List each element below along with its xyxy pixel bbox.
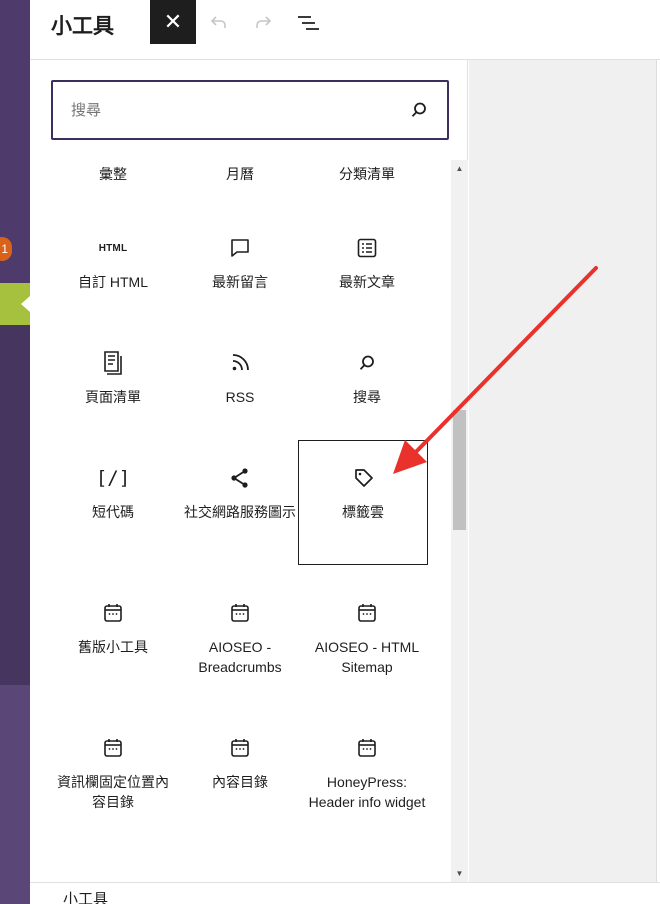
html-icon-text: HTML	[98, 242, 128, 254]
widget-label: 舊版小工具	[78, 639, 148, 655]
redo-button[interactable]	[250, 10, 276, 36]
widget-list[interactable]: 彙整 月曆 分類清單 HTML 自訂 HTML 最新留言 最新文章 頁面清單 R…	[30, 160, 468, 882]
widget-label: 頁面清單	[85, 389, 141, 405]
legacy-calendar-icon	[224, 597, 256, 629]
legacy-calendar-icon	[351, 732, 383, 764]
widget-item-shortcode[interactable]: [/] 短代碼	[50, 448, 176, 576]
undo-icon	[210, 16, 226, 28]
search-input[interactable]	[71, 82, 381, 138]
widget-label: 資訊欄固定位置內容目錄	[57, 774, 169, 810]
notification-badge[interactable]: 1	[0, 237, 12, 261]
widget-label: 標籤雲	[342, 504, 384, 520]
widget-label: 短代碼	[92, 504, 134, 520]
shortcode-icon-text: [/]	[95, 467, 131, 489]
redo-icon	[256, 16, 272, 28]
page-list-icon	[97, 347, 129, 379]
active-notch	[21, 296, 30, 312]
scroll-up-arrow[interactable]: ▲	[451, 160, 468, 177]
widget-item-sticky-toc[interactable]: 資訊欄固定位置內容目錄	[50, 718, 176, 846]
legacy-calendar-icon	[97, 597, 129, 629]
inserter-header: 小工具 ✕	[30, 0, 660, 60]
search-icon	[411, 102, 426, 117]
widget-item-tag-cloud[interactable]: 標籤雲	[298, 440, 428, 565]
widget-label: RSS	[225, 389, 255, 405]
admin-menu-active-item[interactable]	[0, 283, 30, 325]
widget-item-page-list[interactable]: 頁面清單	[50, 333, 176, 461]
breadcrumb-footer: 小工具	[30, 882, 660, 904]
widget-item-latest-comments[interactable]: 最新留言	[177, 218, 303, 346]
widget-item-social-icons[interactable]: 社交網路服務圖示	[177, 448, 303, 576]
widget-label: 內容目錄	[212, 774, 268, 790]
comment-icon	[224, 232, 256, 264]
scroll-down-arrow[interactable]: ▼	[451, 865, 468, 882]
widget-label: 最新文章	[339, 274, 395, 290]
widget-label: 彙整	[99, 166, 127, 182]
widget-label: AIOSEO - Breadcrumbs	[198, 639, 282, 675]
block-inserter-panel: 彙整 月曆 分類清單 HTML 自訂 HTML 最新留言 最新文章	[30, 60, 468, 882]
widget-label: 社交網路服務圖示	[184, 504, 296, 520]
rss-icon	[224, 347, 256, 379]
page-title: 小工具	[51, 15, 114, 38]
search-icon	[351, 347, 383, 379]
post-list-icon	[351, 232, 383, 264]
widget-item-toc[interactable]: 內容目錄	[177, 718, 303, 846]
html-icon: HTML	[97, 232, 129, 264]
search-button[interactable]	[407, 98, 431, 122]
admin-sidebar-lower	[0, 685, 30, 904]
widget-item-archives[interactable]: 彙整	[50, 160, 176, 218]
widget-item-custom-html[interactable]: HTML 自訂 HTML	[50, 218, 176, 346]
widget-label: 搜尋	[353, 389, 381, 405]
widget-item-categories[interactable]: 分類清單	[304, 160, 430, 218]
legacy-calendar-icon	[351, 597, 383, 629]
breadcrumb-label[interactable]: 小工具	[63, 888, 108, 904]
list-view-icon	[298, 16, 319, 30]
widget-item-rss[interactable]: RSS	[177, 333, 303, 461]
widget-label: HoneyPress: Header info widget	[308, 774, 426, 810]
tag-icon	[348, 462, 380, 494]
widget-item-legacy-widget[interactable]: 舊版小工具	[50, 583, 176, 711]
legacy-calendar-icon	[224, 732, 256, 764]
list-view-button[interactable]	[295, 10, 321, 36]
search-box	[51, 80, 449, 140]
scrollbar-thumb[interactable]	[453, 410, 466, 530]
close-button[interactable]: ✕	[150, 0, 196, 44]
widget-label: AIOSEO - HTML Sitemap	[314, 639, 420, 675]
admin-sidebar: 1	[0, 0, 30, 904]
legacy-calendar-icon	[97, 732, 129, 764]
widget-label: 月曆	[226, 166, 254, 182]
widget-item-calendar[interactable]: 月曆	[177, 160, 303, 218]
canvas-scroll-edge	[656, 60, 660, 882]
editor-canvas	[469, 60, 660, 882]
scrollbar[interactable]: ▲ ▼	[451, 160, 468, 882]
widget-label: 分類清單	[339, 166, 395, 182]
shortcode-icon: [/]	[95, 462, 131, 494]
undo-button[interactable]	[206, 10, 232, 36]
admin-sidebar-section	[0, 325, 30, 685]
widget-label: 自訂 HTML	[78, 274, 148, 290]
widget-item-aioseo-breadcrumbs[interactable]: AIOSEO - Breadcrumbs	[177, 583, 303, 711]
widget-item-latest-posts[interactable]: 最新文章	[304, 218, 430, 346]
widget-label: 最新留言	[212, 274, 268, 290]
widget-item-aioseo-html-sitemap[interactable]: AIOSEO - HTML Sitemap	[304, 583, 430, 711]
share-icon	[224, 462, 256, 494]
widget-item-honeypress-header-info[interactable]: HoneyPress: Header info widget	[304, 718, 430, 868]
